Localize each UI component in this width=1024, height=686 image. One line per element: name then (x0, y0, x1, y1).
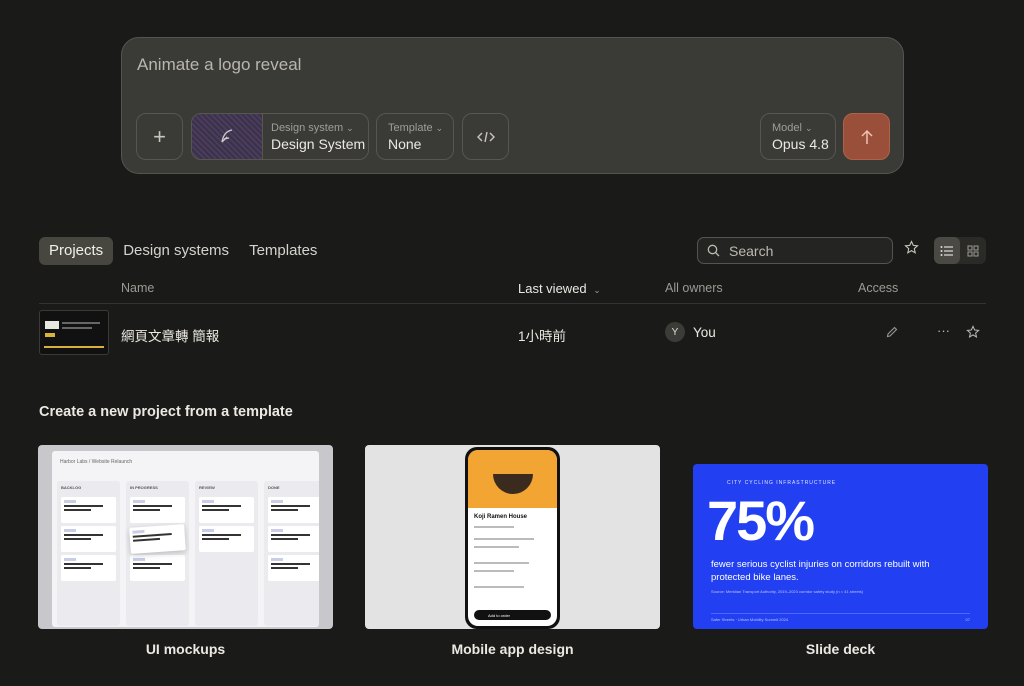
design-system-value: Design System (271, 136, 366, 152)
view-toggle (934, 237, 986, 264)
slide-source: Source: Meridian Transport Authority, 20… (711, 589, 864, 594)
preview-column-title: REVIEW (199, 485, 215, 490)
slide-footer: Safer Streets · Urban Mobility Summit 20… (711, 613, 970, 622)
favorites-filter-button[interactable] (904, 240, 919, 260)
arrow-up-icon (860, 129, 873, 144)
table-divider (39, 303, 986, 304)
project-name[interactable]: 網頁文章轉 簡報 (121, 325, 219, 345)
search-input[interactable]: Search (697, 237, 893, 264)
design-system-picker[interactable]: Design system ⌄ Design System (191, 113, 369, 160)
chevron-down-icon: ⌄ (346, 123, 354, 133)
tab-design-systems[interactable]: Design systems (113, 237, 239, 265)
chevron-down-icon: ⌄ (593, 285, 601, 295)
tab-projects[interactable]: Projects (39, 237, 114, 265)
code-button[interactable] (462, 113, 509, 160)
model-label: Model (772, 122, 802, 134)
design-system-label: Design system (271, 122, 344, 134)
star-icon[interactable] (966, 325, 980, 339)
chevron-down-icon: ⌄ (804, 123, 813, 133)
grid-view-button[interactable] (960, 237, 986, 264)
slide-footer-left: Safer Streets · Urban Mobility Summit 20… (711, 617, 789, 622)
column-header-owners[interactable]: All owners (665, 281, 723, 295)
preview-breadcrumb: Harbor Labs / Website Relaunch (60, 459, 133, 465)
template-value: None (388, 136, 422, 152)
phone-preview: Koji Ramen House Add to order (465, 447, 560, 629)
add-attachment-button[interactable]: + (136, 113, 183, 160)
last-viewed-value: 1小時前 (518, 329, 567, 344)
star-icon (904, 240, 919, 254)
send-button[interactable] (843, 113, 890, 160)
project-thumbnail (39, 310, 109, 355)
template-label-slide-deck[interactable]: Slide deck (693, 641, 988, 657)
prompt-composer[interactable]: Animate a logo reveal + Design system ⌄ D… (121, 37, 904, 174)
preview-column-title: IN PROGRESS (130, 485, 158, 490)
template-label: Template (388, 122, 433, 134)
model-picker[interactable]: Model ⌄ Opus 4.8 (760, 113, 836, 160)
preview-cta: Add to order (474, 610, 551, 620)
preview-column-title: BACKLOG (61, 485, 82, 490)
feather-icon (221, 128, 233, 142)
slide-kicker: CITY CYCLING INFRASTRUCTURE (727, 480, 837, 486)
search-icon (707, 244, 720, 257)
template-label-ui-mockups[interactable]: UI mockups (38, 641, 333, 657)
chevron-down-icon: ⌄ (435, 123, 444, 133)
template-card-ui-mockups[interactable]: Harbor Labs / Website Relaunch BACKLOG I… (38, 445, 333, 629)
search-placeholder: Search (729, 242, 774, 259)
template-picker[interactable]: Template ⌄ None (376, 113, 454, 160)
code-icon (476, 131, 495, 142)
model-value: Opus 4.8 (772, 136, 829, 152)
more-options-button[interactable]: ··· (937, 323, 950, 338)
template-label-mobile-app[interactable]: Mobile app design (365, 641, 660, 657)
ui-mockups-preview: Harbor Labs / Website Relaunch BACKLOG I… (52, 451, 319, 627)
avatar: Y (665, 322, 685, 342)
slide-stat: 75% (707, 489, 815, 552)
column-header-access: Access (858, 281, 899, 295)
templates-heading: Create a new project from a template (39, 404, 293, 420)
design-system-thumbnail (192, 114, 263, 159)
owner-name: You (693, 325, 716, 340)
slide-page-number: 07 (965, 617, 970, 622)
template-card-mobile-app[interactable]: Koji Ramen House Add to order (365, 445, 660, 629)
column-header-last-viewed[interactable]: Last viewed ⌄ (518, 281, 601, 296)
column-header-name[interactable]: Name (121, 281, 154, 295)
project-tabs: Projects Design systems Templates (39, 237, 327, 265)
list-icon (940, 245, 953, 256)
last-viewed-label: Last viewed (518, 281, 587, 296)
template-card-slide-deck[interactable]: CITY CYCLING INFRASTRUCTURE 75% fewer se… (693, 464, 988, 629)
tab-templates[interactable]: Templates (239, 237, 327, 265)
grid-icon (967, 245, 979, 256)
preview-column-title: DONE (268, 485, 280, 490)
ramen-bowl-icon (493, 474, 533, 494)
slide-subtitle: fewer serious cyclist injuries on corrid… (711, 559, 930, 583)
pencil-icon (886, 326, 898, 338)
plus-icon: + (153, 123, 166, 149)
list-view-button[interactable] (934, 237, 960, 264)
prompt-input[interactable]: Animate a logo reveal (137, 55, 301, 75)
preview-restaurant-name: Koji Ramen House (474, 514, 528, 520)
